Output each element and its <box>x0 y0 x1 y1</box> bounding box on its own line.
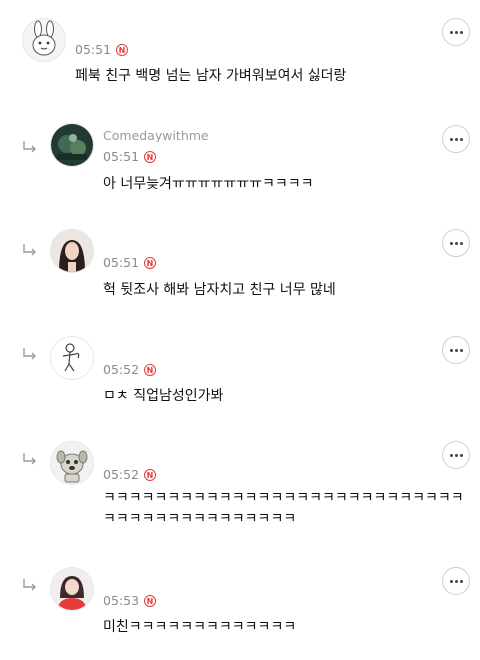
new-badge-icon: N <box>144 256 157 269</box>
avatar[interactable] <box>50 441 94 485</box>
comment-meta: 05:51 N <box>103 149 157 164</box>
comment-meta: 05:51 N <box>103 255 157 270</box>
comment-meta: 05:52 N <box>103 467 157 482</box>
reply-item: 05:52 N ㅁㅊ 직업남성인가봐 <box>0 319 480 425</box>
username[interactable]: Comedaywithme <box>103 128 243 142</box>
new-badge-icon: N <box>116 43 129 56</box>
more-options-icon[interactable] <box>442 336 470 364</box>
avatar[interactable] <box>50 123 94 167</box>
comment-text: ㅁㅊ 직업남성인가봐 <box>103 388 224 404</box>
comment-text: 미친ㅋㅋㅋㅋㅋㅋㅋㅋㅋㅋㅋㅋㅋ <box>103 619 297 635</box>
reply-item: 05:51 N 헉 뒷조사 해봐 남자치고 친구 너무 많네 <box>0 212 480 320</box>
comment-meta: 05:51 N <box>75 42 129 57</box>
reply-item: Comedaywithme 05:51 N 아 너무늦겨ㅠㅠㅠㅠㅠㅠㅠㅋㅋㅋㅋ <box>0 104 480 213</box>
comment-meta: 05:52 N <box>103 362 157 377</box>
avatar[interactable] <box>50 229 94 273</box>
more-options-icon[interactable] <box>442 567 470 595</box>
reply-arrow-icon <box>23 453 36 465</box>
bunny-avatar-icon <box>23 19 65 61</box>
comment-time: 05:53 <box>103 593 140 608</box>
comment-text: ㅋㅋㅋㅋㅋㅋㅋㅋㅋㅋㅋㅋㅋㅋㅋㅋㅋㅋㅋㅋㅋㅋㅋㅋㅋㅋㅋㅋㅋㅋㅋㅋㅋㅋㅋㅋㅋㅋㅋㅋ… <box>103 490 464 527</box>
reply-arrow-icon <box>23 244 36 256</box>
more-options-icon[interactable] <box>442 18 470 46</box>
woman-photo-avatar-icon <box>51 230 93 272</box>
avatar[interactable] <box>22 18 66 62</box>
new-badge-icon: N <box>144 363 157 376</box>
reply-item: 05:52 N ㅋㅋㅋㅋㅋㅋㅋㅋㅋㅋㅋㅋㅋㅋㅋㅋㅋㅋㅋㅋㅋㅋㅋㅋㅋㅋㅋㅋㅋㅋㅋㅋ… <box>0 424 480 551</box>
dog-avatar-icon <box>51 442 93 484</box>
reply-arrow-icon <box>23 141 36 153</box>
comment-time: 05:51 <box>103 149 140 164</box>
avatar[interactable] <box>50 567 94 611</box>
comment-time: 05:52 <box>103 362 140 377</box>
girl-red-shirt-avatar-icon <box>51 568 93 610</box>
reply-arrow-icon <box>23 579 36 591</box>
comment-meta: 05:53 N <box>103 593 157 608</box>
comment-item: 05:51 N 페북 친구 백명 넘는 남자 가벼워보여서 싫더랑 <box>0 0 480 105</box>
comment-text: 헉 뒷조사 해봐 남자치고 친구 너무 많네 <box>103 282 336 298</box>
avatar[interactable] <box>50 336 94 380</box>
reply-item: 05:53 N 미친ㅋㅋㅋㅋㅋㅋㅋㅋㅋㅋㅋㅋㅋ <box>0 550 480 660</box>
more-options-icon[interactable] <box>442 229 470 257</box>
reply-arrow-icon <box>23 348 36 360</box>
comment-text: 페북 친구 백명 넘는 남자 가벼워보여서 싫더랑 <box>75 68 347 84</box>
new-badge-icon: N <box>144 150 157 163</box>
comment-time: 05:51 <box>75 42 112 57</box>
comment-time: 05:52 <box>103 467 140 482</box>
stick-figure-avatar-icon <box>51 337 93 379</box>
comment-time: 05:51 <box>103 255 140 270</box>
more-options-icon[interactable] <box>442 125 470 153</box>
comment-text: 아 너무늦겨ㅠㅠㅠㅠㅠㅠㅠㅋㅋㅋㅋ <box>103 176 314 192</box>
dark-photo-avatar-icon <box>51 124 93 166</box>
more-options-icon[interactable] <box>442 441 470 469</box>
new-badge-icon: N <box>144 468 157 481</box>
new-badge-icon: N <box>144 594 157 607</box>
